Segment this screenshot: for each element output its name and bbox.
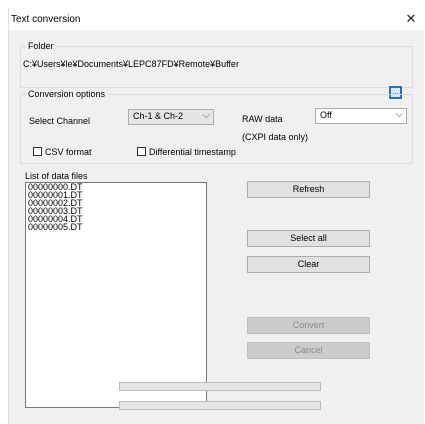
clear-button[interactable]: Clear <box>247 256 370 273</box>
select-all-button[interactable]: Select all <box>247 230 370 247</box>
raw-data-label: RAW data <box>242 114 283 124</box>
data-files-list[interactable]: 00000000.DT 00000001.DT 00000002.DT 0000… <box>25 182 207 408</box>
raw-data-note: (CXPI data only) <box>242 132 309 142</box>
select-channel-dropdown[interactable]: Ch-1 & Ch-2 ⌵ <box>128 109 214 125</box>
title-bar: Text conversion ✕ <box>9 8 425 30</box>
close-icon[interactable]: ✕ <box>404 11 418 27</box>
progress-bar-2 <box>119 401 321 410</box>
cancel-button[interactable]: Cancel <box>247 342 370 359</box>
raw-data-value: Off <box>320 110 332 120</box>
conversion-options-label: Conversion options <box>26 89 108 99</box>
folder-group-label: Folder <box>26 41 56 51</box>
data-files-label: List of data files <box>25 171 88 181</box>
convert-button[interactable]: Convert <box>247 317 370 334</box>
window-title: Text conversion <box>11 14 81 25</box>
text-conversion-dialog: Text conversion ✕ Folder C:¥Users¥le¥Doc… <box>8 8 425 424</box>
list-item[interactable]: 00000005.DT <box>26 223 206 232</box>
folder-path: C:¥Users¥le¥Documents¥LEPC87FD¥Remote¥Bu… <box>23 59 239 69</box>
differential-timestamp-label: Differential timestamp <box>149 147 236 157</box>
chevron-down-icon: ⌵ <box>395 109 403 120</box>
refresh-button[interactable]: Refresh <box>247 181 370 198</box>
progress-bar-1 <box>119 382 321 391</box>
csv-format-checkbox[interactable] <box>33 147 42 156</box>
chevron-down-icon: ⌵ <box>202 110 210 121</box>
csv-format-label: CSV format <box>45 147 92 157</box>
select-channel-value: Ch-1 & Ch-2 <box>133 111 184 121</box>
differential-timestamp-checkbox[interactable] <box>137 147 146 156</box>
raw-data-dropdown[interactable]: Off ⌵ <box>315 108 407 124</box>
select-channel-label: Select Channel <box>29 116 91 126</box>
